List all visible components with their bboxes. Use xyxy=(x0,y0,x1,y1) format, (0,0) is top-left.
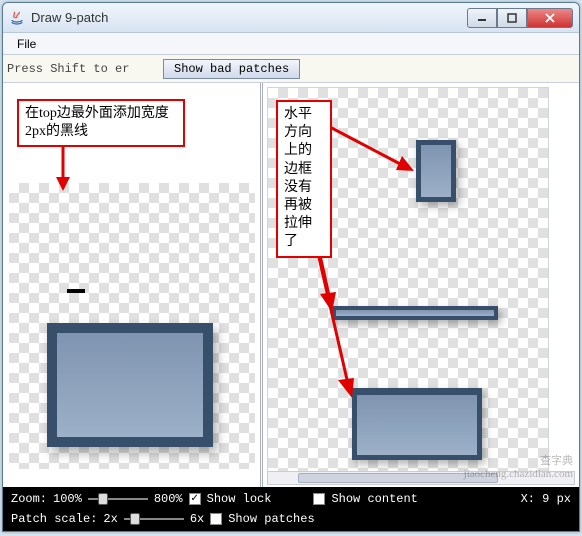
show-content-label: Show content xyxy=(331,492,417,506)
close-button[interactable] xyxy=(527,8,573,28)
arrow-icon xyxy=(328,106,428,186)
zoom-min: 100% xyxy=(53,492,82,506)
nine-patch-image[interactable] xyxy=(47,323,213,447)
preview-sample-vertical xyxy=(416,140,456,202)
zoom-max: 800% xyxy=(154,492,183,506)
status-bar: Zoom: 100% 800% ✓ Show lock Show content… xyxy=(3,487,579,531)
java-icon xyxy=(9,10,25,26)
nine-patch-top-marker[interactable] xyxy=(67,289,85,293)
minimize-button[interactable] xyxy=(467,8,497,28)
workspace: 在top边最外面添加宽度2px的黑线 水平方向上的边框没有再被拉伸了 xyxy=(3,83,579,487)
preview-sample-horizontal xyxy=(332,306,498,320)
preview-pane: 水平方向上的边框没有再被拉伸了 xyxy=(263,83,579,487)
menu-file[interactable]: File xyxy=(9,35,44,53)
top-toolbar: Press Shift to er Show bad patches xyxy=(3,55,579,83)
show-patches-checkbox[interactable] xyxy=(210,513,222,525)
show-lock-label: Show lock xyxy=(207,492,272,506)
menubar: File xyxy=(3,33,579,55)
editor-pane[interactable]: 在top边最外面添加宽度2px的黑线 xyxy=(3,83,263,487)
show-patches-label: Show patches xyxy=(228,512,314,526)
scale-min: 2x xyxy=(103,512,117,526)
app-window: Draw 9-patch File Press Shift to er Show… xyxy=(2,2,580,532)
annotation-right: 水平方向上的边框没有再被拉伸了 xyxy=(276,100,332,258)
cursor-coord: X: 9 px xyxy=(521,492,571,506)
patch-scale-label: Patch scale: xyxy=(11,512,97,526)
show-bad-patches-button[interactable]: Show bad patches xyxy=(163,59,300,79)
show-lock-checkbox[interactable]: ✓ xyxy=(189,493,201,505)
titlebar: Draw 9-patch xyxy=(3,3,579,33)
zoom-label: Zoom: xyxy=(11,492,47,506)
window-title: Draw 9-patch xyxy=(31,10,467,25)
window-controls xyxy=(467,8,573,28)
show-content-checkbox[interactable] xyxy=(313,493,325,505)
scale-max: 6x xyxy=(190,512,204,526)
maximize-button[interactable] xyxy=(497,8,527,28)
watermark: 查字典 jiaocheng.chazidian.com xyxy=(464,455,573,481)
annotation-left: 在top边最外面添加宽度2px的黑线 xyxy=(17,99,185,147)
preview-sample-both xyxy=(352,388,482,460)
editor-canvas[interactable] xyxy=(9,183,255,469)
preview-canvas: 水平方向上的边框没有再被拉伸了 xyxy=(267,87,549,479)
patch-scale-slider[interactable] xyxy=(124,513,184,525)
zoom-slider[interactable] xyxy=(88,493,148,505)
shift-hint: Press Shift to er xyxy=(7,62,157,76)
